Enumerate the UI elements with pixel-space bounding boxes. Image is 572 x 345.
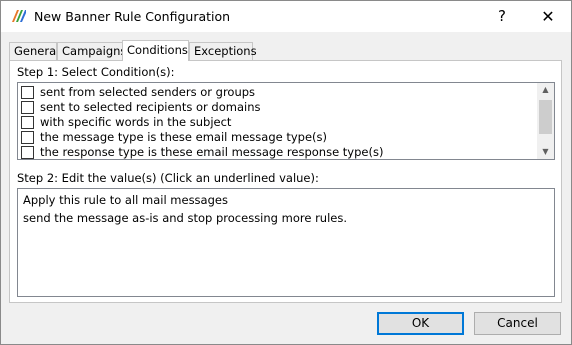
help-button[interactable]: ? [479, 1, 525, 32]
step1-label: Step 1: Select Condition(s): [17, 65, 175, 79]
scroll-down-icon[interactable]: ▼ [537, 145, 554, 159]
condition-label: the message type is these email message … [40, 130, 328, 144]
tab-exceptions[interactable]: Exceptions [189, 42, 257, 60]
ok-button[interactable]: OK [377, 312, 464, 335]
rule-description-box[interactable]: Apply this rule to all mail messages sen… [17, 188, 555, 297]
banner-app-icon [10, 9, 26, 23]
condition-checkbox[interactable] [21, 146, 34, 159]
condition-checkbox[interactable] [21, 101, 34, 114]
condition-checkbox[interactable] [21, 131, 34, 144]
condition-label: with specific words in the subject [40, 115, 232, 129]
condition-label: sent to selected recipients or domains [40, 100, 261, 114]
tab-general[interactable]: General [9, 42, 59, 60]
conditions-tab-page: Step 1: Select Condition(s): sent from s… [9, 60, 562, 303]
dialog-window: New Banner Rule Configuration ? ✕ Genera… [0, 0, 572, 345]
condition-label: sent from selected senders or groups [40, 85, 256, 99]
cancel-button[interactable]: Cancel [474, 312, 561, 335]
conditions-scrollbar[interactable]: ▲ ▼ [537, 83, 554, 159]
tab-conditions[interactable]: Conditions [122, 40, 189, 61]
condition-checkbox[interactable] [21, 86, 34, 99]
dialog-body: General Campaigns Conditions Exceptions … [1, 32, 571, 344]
scroll-thumb[interactable] [539, 100, 552, 134]
condition-label: the response type is these email message… [40, 145, 384, 159]
conditions-list[interactable]: sent from selected senders or groups sen… [17, 82, 555, 160]
rule-description-line: send the message as-is and stop processi… [23, 211, 347, 225]
close-button[interactable]: ✕ [525, 1, 571, 32]
title-bar[interactable]: New Banner Rule Configuration ? ✕ [1, 1, 571, 32]
scroll-up-icon[interactable]: ▲ [537, 83, 554, 97]
tab-campaigns[interactable]: Campaigns [57, 42, 126, 60]
step2-label: Step 2: Edit the value(s) (Click an unde… [17, 171, 319, 185]
condition-checkbox[interactable] [21, 116, 34, 129]
window-title: New Banner Rule Configuration [34, 9, 231, 24]
rule-description-line: Apply this rule to all mail messages [23, 193, 228, 207]
